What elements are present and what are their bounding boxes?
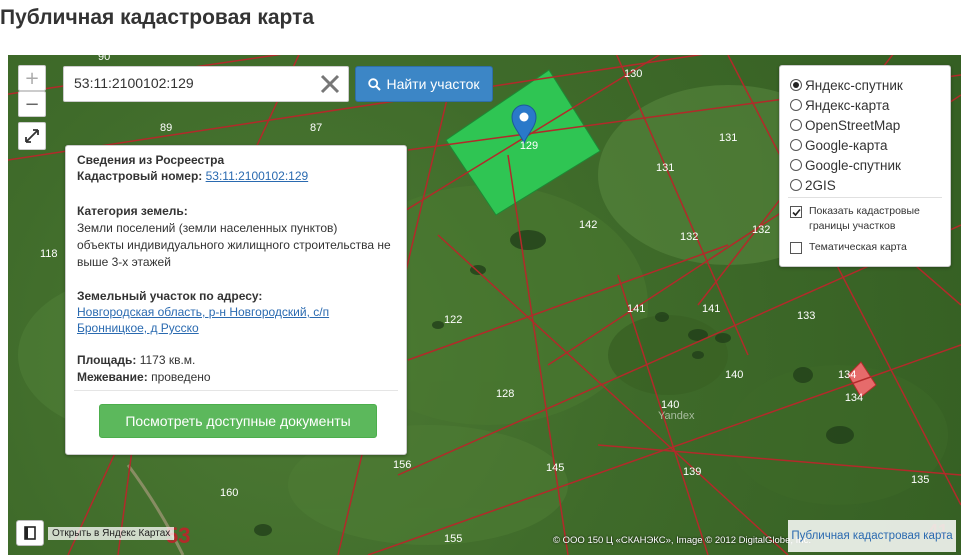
parcel-label-12: 141 [702,303,720,315]
find-parcel-label: Найти участок [386,76,480,92]
zoom-in-icon: + [24,67,40,89]
parcel-label-11: 122 [444,314,462,326]
zoom-out-icon: − [24,93,40,115]
parcel-label-22: 160 [220,487,238,499]
survey-value: проведено [151,370,211,384]
layer-option-1[interactable]: Яндекс-карта [790,95,889,115]
expand-icon [25,129,39,143]
cadastral-number-label: Кадастровый номер: [77,169,203,183]
book-icon [24,526,36,540]
layer-option-2[interactable]: OpenStreetMap [790,115,900,135]
find-parcel-button[interactable]: Найти участок [355,66,493,102]
radio-selected-dot [793,82,799,88]
land-category-line2: объекты индивидуального жилищного строит… [77,238,391,252]
parcel-label-4: 131 [719,132,737,144]
page-title: Публичная кадастровая карта [0,6,315,29]
area-label: Площадь: [77,353,137,367]
land-category-line1: Земли поселений (земли населенных пункто… [77,221,338,235]
layers-divider [788,197,942,198]
parcel-label-18: 156 [393,459,411,471]
show-boundaries-label: Показать кадастровые границы участков [809,204,920,234]
address-link-line1-row: Новгородская область, р-н Новгородский, … [77,304,398,321]
parcel-label-7: 132 [680,231,698,243]
layer-option-label: Google-спутник [805,157,901,173]
clear-search-button[interactable] [316,70,344,98]
land-category-label: Категория земель: [77,204,188,218]
parcel-label-19: 145 [546,462,564,474]
parcel-label-3: 87 [310,122,322,134]
view-documents-button[interactable]: Посмотреть доступные документы [99,404,377,438]
layer-radio-4[interactable] [790,159,802,171]
selected-parcel-label: 129 [520,140,538,152]
show-boundaries-checkbox[interactable] [790,206,802,218]
land-category-line3: выше 3-х этажей [77,255,171,269]
fullscreen-button[interactable] [18,122,46,150]
marked-parcel-label: 134 [845,392,863,404]
info-heading: Сведения из Росреестра [77,153,225,167]
layer-radio-3[interactable] [790,139,802,151]
area-value: 1173 кв.м. [139,353,196,367]
parcel-label-8: 118 [40,248,58,260]
search-icon [368,77,382,91]
yandex-maps-icon[interactable] [16,520,44,546]
layer-option-4[interactable]: Google-спутник [790,155,901,175]
parcel-label-0: 90 [98,55,110,63]
search-box [63,66,349,102]
layer-option-5[interactable]: 2GIS [790,175,836,195]
parcel-label-5: 131 [656,162,674,174]
open-in-yandex-maps[interactable]: Открыть в Яндекс Картах [16,520,175,546]
map-view[interactable]: 90 130 89 87 131 131 142 132 118 132 141 122 141 133 1… [8,55,961,555]
parcel-label-20: 139 [683,466,701,478]
parcel-label-23: 155 [444,533,462,545]
layer-option-label: Яндекс-спутник [805,77,903,93]
parcel-label-10: 141 [627,303,645,315]
open-in-yandex-label[interactable]: Открыть в Яндекс Картах [48,526,175,540]
public-cadastral-map-link[interactable]: Публичная кадастровая карта [788,520,956,552]
parcel-label-9: 132 [752,224,770,236]
parcel-label-6: 142 [579,219,597,231]
parcel-label-13: 133 [797,310,815,322]
thematic-map-option[interactable]: Тематическая карта [790,240,907,255]
layer-option-label: Яндекс-карта [805,97,890,113]
parcel-info-panel: Сведения из Росреестра Кадастровый номер… [65,145,407,455]
parcel-label-21: 135 [911,474,929,486]
parcel-label-2: 89 [160,122,172,134]
parcel-label-16: 134 [838,369,856,381]
yandex-watermark: Yandex [658,410,695,422]
layer-option-label: 2GIS [805,177,836,193]
layer-radio-0[interactable] [790,79,802,91]
survey-label: Межевание: [77,370,148,384]
parcel-label-1: 130 [624,68,642,80]
base-layer-panel: Яндекс-спутник Яндекс-карта OpenStreetMap G… [779,65,951,267]
survey-row: Межевание: проведено [77,369,398,386]
thematic-map-label: Тематическая карта [809,241,907,253]
layer-radio-5[interactable] [790,179,802,191]
address-link-line2[interactable]: Бронницкое, д Русско [77,321,199,335]
address-link-line2-row: Бронницкое, д Русско [77,320,398,337]
cadastral-number-link[interactable]: 53:11:2100102:129 [206,169,309,183]
parcel-label-15: 128 [496,388,514,400]
zoom-out-button[interactable]: − [18,91,46,117]
close-icon [320,74,340,94]
parcel-label-14: 140 [725,369,743,381]
layer-option-0[interactable]: Яндекс-спутник [790,75,903,95]
info-divider [74,390,398,391]
cadastral-number-row: Кадастровый номер: 53:11:2100102:129 [77,168,398,185]
address-label: Земельный участок по адресу: [77,289,263,303]
show-boundaries-label-line2: границы участков [809,220,896,232]
show-boundaries-label-line1: Показать кадастровые [809,205,920,217]
layer-radio-2[interactable] [790,119,802,131]
layer-option-label: OpenStreetMap [805,117,901,133]
layer-radio-1[interactable] [790,99,802,111]
layer-option-3[interactable]: Google-карта [790,135,888,155]
area-row: Площадь: 1173 кв.м. [77,352,398,369]
search-input[interactable] [64,67,324,99]
zoom-in-button[interactable]: + [18,65,46,91]
thematic-map-checkbox[interactable] [790,242,802,254]
address-link-line1[interactable]: Новгородская область, р-н Новгородский, … [77,305,329,319]
map-attribution: © ООО 150 Ц «СКАНЭКС», Image © 2012 Digi… [553,535,811,546]
layer-option-label: Google-карта [805,137,888,153]
show-boundaries-option[interactable]: Показать кадастровые границы участков [790,204,920,234]
checkmark-icon [791,208,801,216]
